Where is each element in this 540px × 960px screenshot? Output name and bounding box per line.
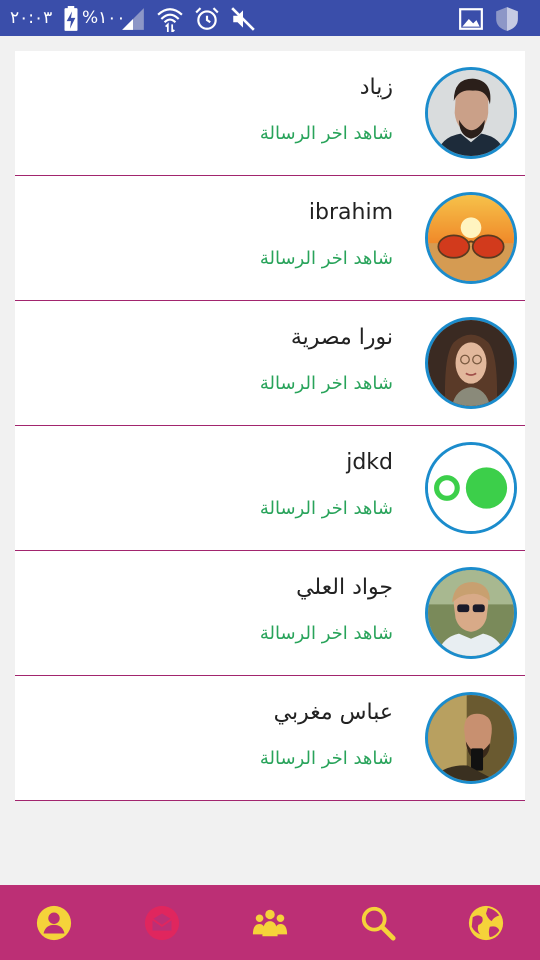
signal-icon bbox=[120, 6, 146, 30]
last-message-status: شاهد اخر الرسالة bbox=[259, 123, 393, 144]
avatar[interactable] bbox=[425, 67, 517, 159]
contact-name: نورا مصرية bbox=[290, 325, 393, 350]
avatar[interactable] bbox=[425, 567, 517, 659]
chat-row[interactable]: زياد شاهد اخر الرسالة bbox=[15, 51, 525, 176]
mute-icon bbox=[230, 6, 256, 31]
globe-icon[interactable] bbox=[467, 904, 505, 942]
last-message-status: شاهد اخر الرسالة bbox=[259, 373, 393, 394]
last-message-status: شاهد اخر الرسالة bbox=[259, 623, 393, 644]
alarm-icon bbox=[194, 6, 220, 30]
green-circles-icon bbox=[428, 445, 514, 531]
avatar[interactable] bbox=[425, 692, 517, 784]
chat-row[interactable]: jdkd شاهد اخر الرسالة bbox=[15, 426, 525, 551]
shield-icon bbox=[494, 6, 520, 31]
last-message-status: شاهد اخر الرسالة bbox=[259, 248, 393, 269]
gallery-icon bbox=[458, 6, 484, 30]
contact-name: زياد bbox=[359, 75, 393, 100]
groups-icon[interactable] bbox=[251, 904, 289, 942]
search-icon[interactable] bbox=[359, 904, 397, 942]
contact-name: jdkd bbox=[346, 450, 393, 475]
avatar[interactable] bbox=[425, 317, 517, 409]
chat-row[interactable]: جواد العلي شاهد اخر الرسالة bbox=[15, 551, 525, 676]
chat-row[interactable]: عباس مغربي شاهد اخر الرسالة bbox=[15, 676, 525, 801]
contact-name: عباس مغربي bbox=[273, 700, 393, 725]
last-message-status: شاهد اخر الرسالة bbox=[259, 748, 393, 769]
battery-charging-icon bbox=[58, 6, 84, 31]
chat-row[interactable]: ibrahim شاهد اخر الرسالة bbox=[15, 176, 525, 301]
contact-name: ibrahim bbox=[308, 200, 393, 225]
status-bar: ٢٠:٠٣ %١٠٠ bbox=[0, 0, 540, 36]
status-time: ٢٠:٠٣ bbox=[10, 8, 53, 28]
contact-name: جواد العلي bbox=[296, 575, 393, 600]
chat-row[interactable]: نورا مصرية شاهد اخر الرسالة bbox=[15, 301, 525, 426]
bottom-nav bbox=[0, 885, 540, 960]
wifi-icon bbox=[157, 6, 183, 35]
last-message-status: شاهد اخر الرسالة bbox=[259, 498, 393, 519]
chat-list: زياد شاهد اخر الرسالة ibrahim شاهد اخر ا… bbox=[15, 51, 525, 801]
avatar[interactable] bbox=[425, 192, 517, 284]
profile-icon[interactable] bbox=[35, 904, 73, 942]
messages-icon[interactable] bbox=[143, 904, 181, 942]
avatar[interactable] bbox=[425, 442, 517, 534]
